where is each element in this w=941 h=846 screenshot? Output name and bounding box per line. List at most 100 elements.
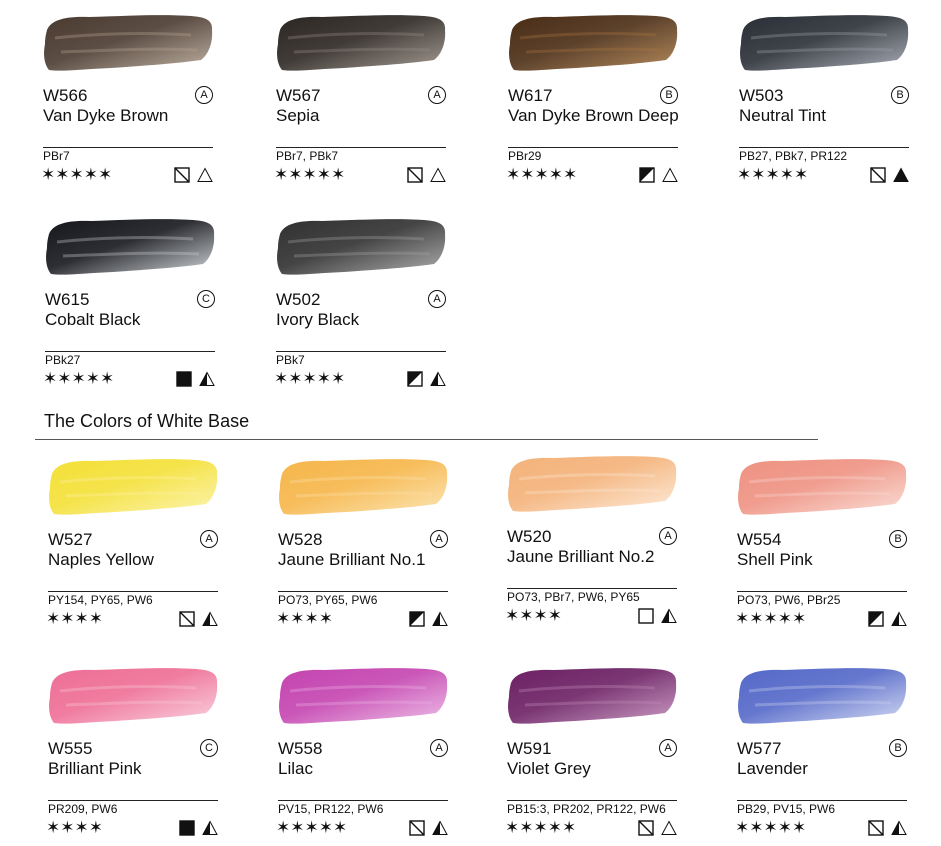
color-card-w566: W566 Van Dyke Brown A PBr7 ✶✶✶✶✶ [41, 8, 217, 193]
property-icons [176, 371, 215, 392]
series-grade-badge: B [889, 739, 907, 757]
lightfastness-stars: ✶✶✶✶ [505, 606, 562, 625]
paint-swatch [735, 661, 911, 733]
color-code: W591 [507, 739, 552, 758]
series-grade-badge: B [660, 86, 678, 104]
lightfastness-stars: ✶✶✶✶✶ [505, 818, 577, 837]
property-icons [870, 167, 909, 188]
transparency-icon [179, 820, 195, 841]
color-code: W567 [276, 86, 321, 105]
color-name: Sepia [276, 106, 320, 125]
staining-icon [891, 820, 907, 841]
divider-line [45, 351, 215, 352]
color-name: Ivory Black [276, 310, 360, 329]
staining-icon [430, 167, 446, 188]
paint-swatch [276, 452, 452, 524]
pigment-list: PBk27 [45, 353, 81, 367]
lightfastness-stars: ✶✶✶✶✶ [43, 369, 115, 388]
lightfastness-stars: ✶✶✶✶✶ [735, 818, 807, 837]
transparency-icon [409, 820, 425, 841]
series-grade-badge: B [891, 86, 909, 104]
series-grade-badge: A [659, 739, 677, 757]
staining-icon [432, 611, 448, 632]
property-icons [174, 167, 213, 188]
pigment-list: PB27, PBk7, PR122 [739, 149, 848, 163]
series-grade-badge: A [195, 86, 213, 104]
divider-line [507, 588, 677, 589]
color-code: W520 [507, 527, 552, 546]
color-card-w554: W554 Shell Pink B PO73, PW6, PBr25 ✶✶✶✶✶ [735, 452, 911, 637]
staining-icon [202, 611, 218, 632]
color-name: Van Dyke Brown Deep [508, 106, 679, 125]
paint-swatch [737, 8, 913, 80]
staining-icon [430, 371, 446, 392]
pigment-list: PY154, PY65, PW6 [48, 593, 153, 607]
staining-icon [432, 820, 448, 841]
color-code: W554 [737, 530, 782, 549]
paint-swatch [506, 8, 682, 80]
section-title: The Colors of White Base [44, 411, 250, 431]
color-card-w591: W591 Violet Grey A PB15:3, PR202, PR122, PW… [505, 661, 681, 846]
series-grade-badge: A [430, 739, 448, 757]
color-name: Naples Yellow [48, 550, 154, 569]
divider-line [43, 147, 213, 148]
series-grade-badge: A [430, 530, 448, 548]
paint-swatch [46, 452, 222, 524]
transparency-icon [174, 167, 190, 188]
paint-swatch [274, 212, 450, 284]
color-card-w567: W567 Sepia A PBr7, PBk7 ✶✶✶✶✶ [274, 8, 450, 193]
pigment-list: PBr7 [43, 149, 70, 163]
property-icons [179, 820, 218, 841]
staining-icon [661, 820, 677, 841]
lightfastness-stars: ✶✶✶✶✶ [41, 165, 113, 184]
paint-swatch [505, 661, 681, 733]
divider-line [737, 591, 907, 592]
divider-line [739, 147, 909, 148]
color-name: Jaune Brilliant No.1 [278, 550, 426, 569]
series-grade-badge: B [889, 530, 907, 548]
transparency-icon [870, 167, 886, 188]
paint-swatch [41, 8, 217, 80]
color-name: Lilac [278, 759, 313, 778]
series-grade-badge: A [659, 527, 677, 545]
staining-icon [893, 167, 909, 188]
paint-swatch [505, 449, 681, 521]
property-icons [409, 820, 448, 841]
paint-swatch [274, 8, 450, 80]
pigment-list: PO73, PW6, PBr25 [737, 593, 841, 607]
color-card-w555: W555 Brilliant Pink C PR209, PW6 ✶✶✶✶ [46, 661, 222, 846]
color-code: W528 [278, 530, 323, 549]
divider-line [507, 800, 677, 801]
color-name: Van Dyke Brown [43, 106, 169, 125]
divider-line [276, 351, 446, 352]
transparency-icon [868, 611, 884, 632]
divider-line [508, 147, 678, 148]
transparency-icon [868, 820, 884, 841]
transparency-icon [638, 608, 654, 629]
pigment-list: PV15, PR122, PW6 [278, 802, 384, 816]
color-code: W503 [739, 86, 784, 105]
property-icons [638, 820, 677, 841]
transparency-icon [409, 611, 425, 632]
transparency-icon [176, 371, 192, 392]
divider-line [48, 591, 218, 592]
transparency-icon [179, 611, 195, 632]
transparency-icon [407, 371, 423, 392]
pigment-list: PO73, PY65, PW6 [278, 593, 378, 607]
staining-icon [661, 608, 677, 629]
transparency-icon [407, 167, 423, 188]
color-name: Violet Grey [507, 759, 591, 778]
color-name: Neutral Tint [739, 106, 826, 125]
property-icons [868, 611, 907, 632]
property-icons [639, 167, 678, 188]
staining-icon [891, 611, 907, 632]
lightfastness-stars: ✶✶✶✶✶ [274, 165, 346, 184]
divider-line [278, 591, 448, 592]
paint-swatch [43, 212, 219, 284]
property-icons [868, 820, 907, 841]
staining-icon [197, 167, 213, 188]
paint-swatch [735, 452, 911, 524]
pigment-list: PB15:3, PR202, PR122, PW6 [507, 802, 666, 816]
transparency-icon [639, 167, 655, 188]
color-name: Jaune Brilliant No.2 [507, 547, 655, 566]
